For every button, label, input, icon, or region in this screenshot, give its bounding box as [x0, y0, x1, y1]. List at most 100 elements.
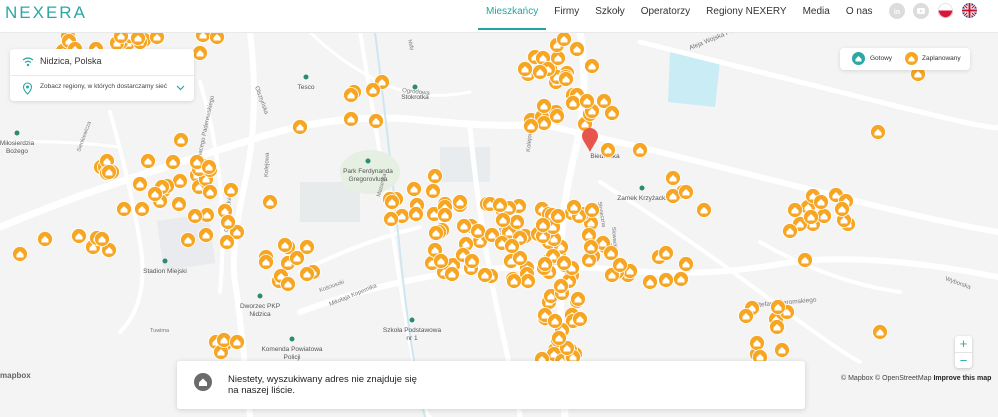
planned-address-marker[interactable] — [116, 201, 132, 217]
planned-address-marker[interactable] — [408, 206, 424, 222]
planned-address-marker[interactable] — [572, 311, 588, 327]
planned-address-marker[interactable] — [71, 228, 87, 244]
planned-address-marker[interactable] — [520, 273, 536, 289]
planned-address-marker[interactable] — [569, 41, 585, 57]
planned-address-marker[interactable] — [581, 252, 597, 268]
planned-address-marker[interactable] — [673, 271, 689, 287]
nav-operatorzy[interactable]: Operatorzy — [633, 0, 698, 28]
planned-address-marker[interactable] — [834, 201, 850, 217]
attribution-osm[interactable]: © OpenStreetMap — [875, 375, 932, 382]
planned-address-marker[interactable] — [537, 256, 553, 272]
planned-address-marker[interactable] — [556, 32, 572, 47]
planned-address-marker[interactable] — [604, 105, 620, 121]
planned-address-marker[interactable] — [132, 176, 148, 192]
planned-address-marker[interactable] — [551, 330, 567, 346]
planned-address-marker[interactable] — [872, 324, 888, 340]
planned-address-marker[interactable] — [202, 184, 218, 200]
planned-address-marker[interactable] — [774, 342, 790, 358]
attribution-mapbox[interactable]: © Mapbox — [841, 375, 873, 382]
planned-address-marker[interactable] — [495, 212, 511, 228]
planned-address-marker[interactable] — [101, 164, 117, 180]
planned-address-marker[interactable] — [787, 202, 803, 218]
planned-address-marker[interactable] — [470, 223, 486, 239]
planned-address-marker[interactable] — [209, 32, 225, 45]
planned-address-marker[interactable] — [584, 58, 600, 74]
planned-address-marker[interactable] — [584, 202, 600, 218]
nav-o-nas[interactable]: O nas — [838, 0, 881, 28]
planned-address-marker[interactable] — [550, 208, 566, 224]
zoom-out-button[interactable]: − — [955, 353, 972, 369]
planned-address-marker[interactable] — [549, 108, 565, 124]
planned-address-marker[interactable] — [258, 254, 274, 270]
planned-address-marker[interactable] — [427, 168, 443, 184]
nav-regiony[interactable]: Regiony NEXERY — [698, 0, 794, 28]
planned-address-marker[interactable] — [678, 256, 694, 272]
planned-address-marker[interactable] — [504, 238, 520, 254]
planned-address-marker[interactable] — [428, 225, 444, 241]
planned-address-marker[interactable] — [558, 71, 574, 87]
planned-address-marker[interactable] — [803, 209, 819, 225]
planned-address-marker[interactable] — [292, 119, 308, 135]
planned-address-marker[interactable] — [556, 255, 572, 271]
uk-flag-icon[interactable] — [962, 3, 977, 18]
planned-address-marker[interactable] — [547, 313, 563, 329]
planned-address-marker[interactable] — [738, 308, 754, 324]
planned-address-marker[interactable] — [173, 132, 189, 148]
planned-address-marker[interactable] — [770, 299, 786, 315]
planned-address-marker[interactable] — [769, 319, 785, 335]
planned-address-marker[interactable] — [433, 253, 449, 269]
planned-address-marker[interactable] — [147, 186, 163, 202]
planned-address-marker[interactable] — [456, 218, 472, 234]
nav-firmy[interactable]: Firmy — [546, 0, 587, 28]
planned-address-marker[interactable] — [665, 170, 681, 186]
nav-mieszkancy[interactable]: Mieszkańcy — [478, 0, 547, 30]
planned-address-marker[interactable] — [749, 335, 765, 351]
planned-address-marker[interactable] — [187, 208, 203, 224]
planned-address-marker[interactable] — [406, 181, 422, 197]
planned-address-marker[interactable] — [223, 182, 239, 198]
planned-address-marker[interactable] — [509, 214, 525, 230]
planned-address-marker[interactable] — [797, 252, 813, 268]
planned-address-marker[interactable] — [192, 45, 208, 61]
planned-address-marker[interactable] — [523, 118, 539, 134]
planned-address-marker[interactable] — [130, 32, 146, 46]
planned-address-marker[interactable] — [425, 183, 441, 199]
planned-address-marker[interactable] — [149, 32, 165, 45]
planned-address-marker[interactable] — [579, 93, 595, 109]
planned-address-marker[interactable] — [813, 194, 829, 210]
planned-address-marker[interactable] — [277, 237, 293, 253]
planned-address-marker[interactable] — [140, 153, 156, 169]
planned-address-marker[interactable] — [343, 87, 359, 103]
planned-address-marker[interactable] — [553, 278, 569, 294]
nav-szkoly[interactable]: Szkoły — [587, 0, 632, 28]
planned-address-marker[interactable] — [37, 231, 53, 247]
planned-address-marker[interactable] — [171, 196, 187, 212]
planned-address-marker[interactable] — [280, 276, 296, 292]
planned-address-marker[interactable] — [583, 239, 599, 255]
planned-address-marker[interactable] — [343, 111, 359, 127]
planned-address-marker[interactable] — [198, 227, 214, 243]
planned-address-marker[interactable] — [782, 223, 798, 239]
planned-address-marker[interactable] — [492, 197, 508, 213]
planned-address-marker[interactable] — [506, 273, 522, 289]
planned-address-marker[interactable] — [299, 266, 315, 282]
planned-address-marker[interactable] — [384, 194, 400, 210]
improve-map-link[interactable]: Improve this map — [933, 375, 991, 382]
nav-media[interactable]: Media — [795, 0, 838, 28]
planned-address-marker[interactable] — [565, 95, 581, 111]
youtube-icon[interactable] — [913, 3, 929, 19]
planned-address-marker[interactable] — [220, 214, 236, 230]
planned-address-marker[interactable] — [113, 32, 129, 44]
planned-address-marker[interactable] — [870, 124, 886, 140]
planned-address-marker[interactable] — [12, 246, 28, 262]
planned-address-marker[interactable] — [229, 334, 245, 350]
planned-address-marker[interactable] — [536, 98, 552, 114]
nexera-logo[interactable]: NEXERA — [5, 3, 87, 23]
planned-address-marker[interactable] — [464, 253, 480, 269]
planned-address-marker[interactable] — [383, 211, 399, 227]
chevron-down-icon[interactable] — [176, 85, 185, 91]
planned-address-marker[interactable] — [696, 202, 712, 218]
planned-address-marker[interactable] — [180, 232, 196, 248]
planned-address-marker[interactable] — [444, 266, 460, 282]
planned-address-marker[interactable] — [517, 61, 533, 77]
